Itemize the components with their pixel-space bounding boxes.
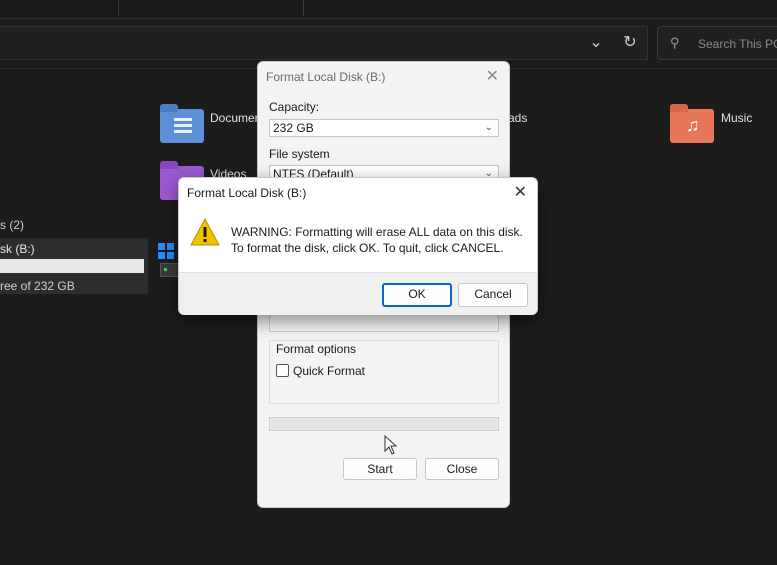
volume-label-field[interactable] — [269, 312, 499, 332]
start-button[interactable]: Start — [343, 458, 417, 480]
capacity-label: Capacity: — [269, 100, 320, 114]
ok-button[interactable]: OK — [382, 283, 452, 307]
dialog-footer: OK Cancel — [179, 272, 537, 315]
cancel-button[interactable]: Cancel — [458, 283, 528, 307]
chevron-down-icon[interactable]: ⌄ — [585, 33, 607, 53]
windows-drive-icon[interactable] — [158, 243, 174, 259]
drive-free-space: ree of 232 GB — [0, 279, 75, 293]
title-bar — [0, 0, 777, 19]
filesystem-label: File system — [269, 147, 330, 161]
quick-format-checkbox[interactable] — [276, 364, 289, 377]
warning-line-1: WARNING: Formatting will erase ALL data … — [231, 225, 523, 239]
address-bar[interactable] — [0, 26, 648, 60]
warning-icon — [190, 218, 220, 246]
close-icon[interactable]: ✕ — [486, 66, 499, 86]
close-button[interactable]: Close — [425, 458, 499, 480]
folder-label-downloads[interactable]: ads — [508, 111, 527, 125]
drive-b-tile[interactable]: sk (B:) ree of 232 GB — [0, 238, 148, 294]
drive-icon — [160, 263, 180, 277]
devices-section-header[interactable]: s (2) — [0, 218, 24, 232]
warning-dialog: Format Local Disk (B:) ✕ WARNING: Format… — [178, 177, 538, 315]
drive-name: sk (B:) — [0, 242, 35, 256]
search-icon: ⚲ — [670, 35, 680, 50]
documents-folder-icon[interactable] — [160, 104, 204, 143]
chevron-down-icon: ⌄ — [484, 122, 493, 133]
format-progress-bar — [269, 417, 499, 431]
search-placeholder: Search This PC — [698, 37, 777, 51]
drive-usage-bar — [0, 259, 144, 273]
tab-divider — [118, 0, 119, 16]
folder-label-music[interactable]: Music — [721, 111, 752, 125]
search-input[interactable]: ⚲ Search This PC — [657, 26, 777, 60]
dialog-title: Format Local Disk (B:) — [266, 70, 386, 84]
close-icon[interactable]: ✕ — [514, 182, 527, 202]
warning-message: WARNING: Formatting will erase ALL data … — [231, 224, 523, 256]
capacity-value: 232 GB — [273, 121, 314, 135]
warning-dialog-title: Format Local Disk (B:) — [187, 186, 307, 200]
capacity-select[interactable]: 232 GB ⌄ — [269, 119, 499, 137]
tab-divider — [303, 0, 304, 16]
quick-format-label[interactable]: Quick Format — [293, 364, 365, 378]
music-folder-icon[interactable]: ♫ — [670, 104, 714, 143]
format-options-label: Format options — [276, 342, 357, 356]
warning-line-2: To format the disk, click OK. To quit, c… — [231, 241, 504, 255]
refresh-icon[interactable]: ↻ — [619, 33, 641, 53]
mouse-cursor-icon — [384, 435, 398, 455]
